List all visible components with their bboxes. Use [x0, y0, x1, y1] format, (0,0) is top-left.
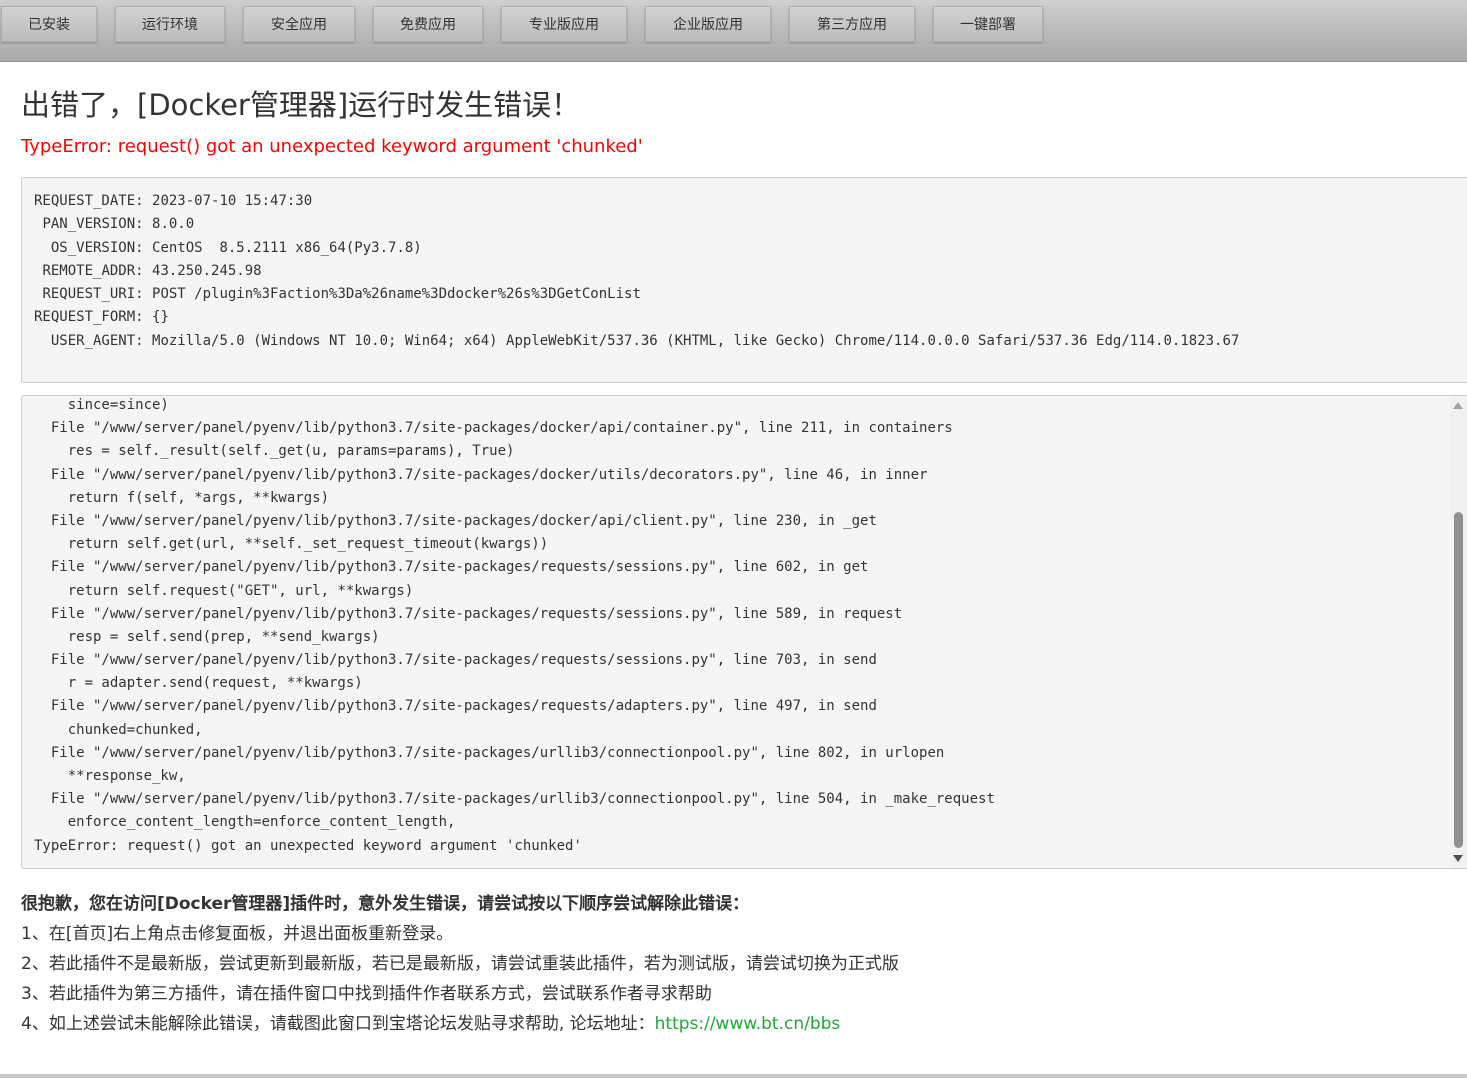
info-row-remote-addr: REMOTE_ADDR: 43.250.245.98 — [42, 262, 262, 279]
traceback-line: File "/www/server/panel/pyenv/lib/python… — [34, 420, 953, 437]
info-row-request-form: REQUEST_FORM: {} — [34, 309, 169, 326]
help-step-4: 4、如上述尝试未能解除此错误，请截图此窗口到宝塔论坛发贴寻求帮助, 论坛地址：h… — [21, 1009, 899, 1039]
traceback-line: File "/www/server/panel/pyenv/lib/python… — [34, 698, 877, 715]
help-step-4-text: 4、如上述尝试未能解除此错误，请截图此窗口到宝塔论坛发贴寻求帮助, 论坛地址： — [21, 1014, 655, 1034]
traceback-line: File "/www/server/panel/pyenv/lib/python… — [34, 605, 903, 622]
tab-runtime-environment[interactable]: 运行环境 — [115, 6, 225, 42]
plugin-category-bar: 已安装 运行环境 安全应用 免费应用 专业版应用 企业版应用 第三方应用 一键部… — [0, 0, 1467, 62]
help-step-1: 1、在[首页]右上角点击修复面板，并退出面板重新登录。 — [21, 924, 454, 944]
tab-third-party-apps[interactable]: 第三方应用 — [789, 6, 915, 42]
traceback-line: res = self._result(self._get(u, params=p… — [34, 443, 515, 460]
error-title: 出错了，[Docker管理器]运行时发生错误！ — [21, 88, 581, 122]
info-row-os-version: OS_VERSION: CentOS 8.5.2111 x86_64(Py3.7… — [50, 239, 422, 256]
info-row-request-uri: REQUEST_URI: POST /plugin%3Faction%3Da%2… — [42, 286, 641, 303]
info-row-request-date: REQUEST_DATE: 2023-07-10 15:47:30 — [34, 193, 313, 209]
triangle-down-icon[interactable] — [1453, 855, 1463, 862]
traceback-text: since=since) File "/www/server/panel/pye… — [34, 396, 995, 858]
tab-security-apps[interactable]: 安全应用 — [243, 6, 355, 42]
traceback-line: File "/www/server/panel/pyenv/lib/python… — [34, 791, 995, 808]
traceback-panel[interactable]: since=since) File "/www/server/panel/pye… — [21, 395, 1467, 869]
tab-free-apps[interactable]: 免费应用 — [373, 6, 483, 42]
traceback-line: File "/www/server/panel/pyenv/lib/python… — [34, 652, 877, 669]
help-section: 很抱歉，您在访问[Docker管理器]插件时，意外发生错误，请尝试按以下顺序尝试… — [21, 889, 899, 1039]
info-row-user-agent: USER_AGENT: Mozilla/5.0 (Windows NT 10.0… — [50, 332, 1240, 349]
bottom-divider — [0, 1074, 1467, 1078]
forum-link[interactable]: https://www.bt.cn/bbs — [655, 1014, 841, 1034]
traceback-line: File "/www/server/panel/pyenv/lib/python… — [34, 559, 869, 576]
traceback-line: **response_kw, — [34, 768, 186, 784]
traceback-line: return self.request("GET", url, **kwargs… — [34, 582, 414, 599]
scrollbar-thumb[interactable] — [1454, 512, 1463, 848]
traceback-line: File "/www/server/panel/pyenv/lib/python… — [34, 744, 945, 761]
request-info-panel: REQUEST_DATE: 2023-07-10 15:47:30 PAN_VE… — [21, 177, 1467, 383]
tab-installed[interactable]: 已安装 — [1, 6, 97, 42]
traceback-scrollbar[interactable] — [1450, 396, 1467, 868]
traceback-line: r = adapter.send(request, **kwargs) — [34, 675, 363, 692]
help-heading: 很抱歉，您在访问[Docker管理器]插件时，意外发生错误，请尝试按以下顺序尝试… — [21, 894, 750, 914]
tab-pro-apps[interactable]: 专业版应用 — [501, 6, 627, 42]
traceback-line: return self.get(url, **self._set_request… — [34, 536, 549, 553]
help-step-2: 2、若此插件不是最新版，尝试更新到最新版，若已是最新版，请尝试重装此插件，若为测… — [21, 954, 899, 974]
traceback-line: File "/www/server/panel/pyenv/lib/python… — [34, 512, 877, 529]
tab-one-click-deploy[interactable]: 一键部署 — [933, 6, 1043, 42]
traceback-line: enforce_content_length=enforce_content_l… — [34, 814, 456, 831]
traceback-line: resp = self.send(prep, **send_kwargs) — [34, 628, 380, 645]
traceback-line: TypeError: request() got an unexpected k… — [34, 837, 582, 854]
info-row-pan-version: PAN_VERSION: 8.0.0 — [42, 216, 195, 233]
help-step-3: 3、若此插件为第三方插件，请在插件窗口中找到插件作者联系方式，尝试联系作者寻求帮… — [21, 984, 712, 1004]
traceback-line: File "/www/server/panel/pyenv/lib/python… — [34, 466, 928, 483]
tab-enterprise-apps[interactable]: 企业版应用 — [645, 6, 771, 42]
error-message: TypeError: request() got an unexpected k… — [21, 136, 643, 157]
traceback-line: since=since) — [34, 397, 169, 413]
traceback-line: return f(self, *args, **kwargs) — [34, 489, 330, 506]
traceback-line: chunked=chunked, — [34, 721, 203, 738]
triangle-up-icon[interactable] — [1453, 402, 1463, 409]
